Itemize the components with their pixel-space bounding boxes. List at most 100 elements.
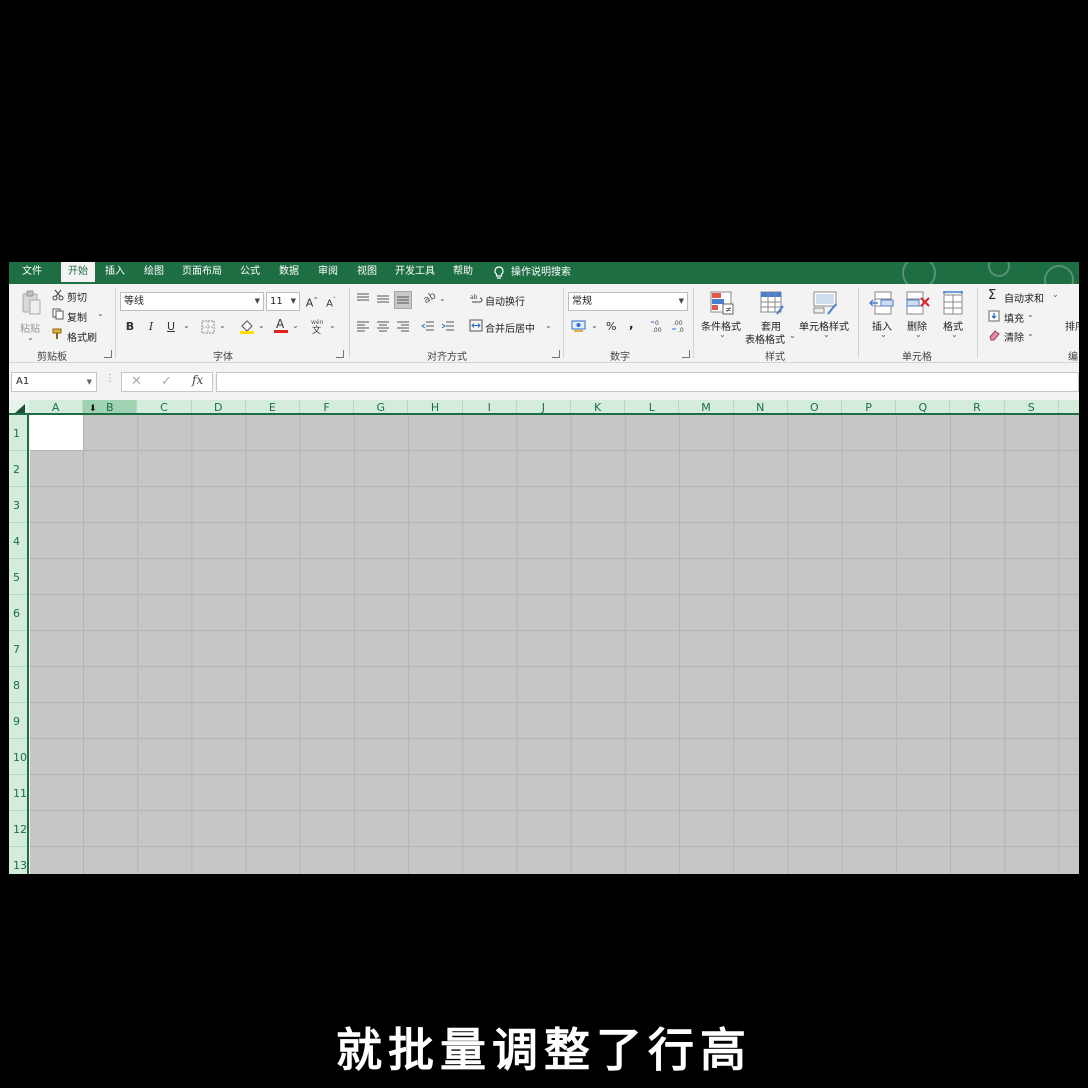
row-header-13[interactable]: 13 xyxy=(9,847,27,874)
paste-dropdown-icon[interactable]: ⌄ xyxy=(27,333,34,342)
autosum-button[interactable]: 自动求和 xyxy=(1004,290,1044,305)
merge-center-button[interactable]: 合并后居中 xyxy=(485,320,535,335)
column-header-h[interactable]: H xyxy=(408,400,463,414)
align-right-icon[interactable] xyxy=(396,320,410,332)
row-header-2[interactable]: 2 xyxy=(9,451,27,487)
tab-draw[interactable]: 绘图 xyxy=(140,262,168,284)
tab-review[interactable]: 审阅 xyxy=(314,262,342,284)
active-cell-a1[interactable] xyxy=(30,415,83,450)
fill-dropdown-icon[interactable]: ⌄ xyxy=(1027,310,1034,319)
orientation-dropdown-icon[interactable]: ⌄ xyxy=(439,294,446,303)
fill-color-dropdown-icon[interactable]: ⌄ xyxy=(258,321,265,330)
format-painter-button[interactable]: 格式刷 xyxy=(67,329,97,344)
increase-font-size-icon[interactable]: A^ xyxy=(303,292,321,310)
select-all-button[interactable] xyxy=(9,400,29,415)
sort-filter-button[interactable]: 排序 xyxy=(1065,318,1079,333)
column-header-a[interactable]: A xyxy=(29,400,84,414)
column-header-e[interactable]: E xyxy=(246,400,300,414)
increase-decimal-icon[interactable]: 0.00 xyxy=(651,319,667,333)
accounting-format-icon[interactable] xyxy=(571,319,587,333)
column-header-k[interactable]: K xyxy=(571,400,626,414)
fill-color-icon[interactable] xyxy=(239,318,255,334)
orientation-icon[interactable]: ab xyxy=(422,290,436,304)
row-header-5[interactable]: 5 xyxy=(9,559,27,595)
name-box[interactable]: A1 ▼ xyxy=(11,372,97,392)
font-name-select[interactable]: 等线 ▼ xyxy=(120,292,264,311)
column-header-q[interactable]: Q xyxy=(896,400,951,414)
check-icon[interactable]: ✓ xyxy=(161,374,172,389)
format-cells-dropdown-icon[interactable]: ⌄ xyxy=(951,330,958,339)
row-header-1[interactable]: 1 xyxy=(9,415,27,451)
column-header-f[interactable]: F xyxy=(300,400,355,414)
decrease-font-size-icon[interactable]: Aˇ xyxy=(322,292,340,310)
worksheet-grid[interactable]: ABCDEFGHIJKLMNOPQRS 1 2 3 4 5 6 7 8 9 10 11 12 13 ⬇ xyxy=(9,400,1079,874)
column-header-c[interactable]: C xyxy=(137,400,192,414)
underline-dropdown-icon[interactable]: ⌄ xyxy=(183,321,190,330)
clipboard-launcher-icon[interactable] xyxy=(104,350,112,358)
copy-dropdown-icon[interactable]: ⌄ xyxy=(97,309,104,318)
column-header-i[interactable]: I xyxy=(463,400,517,414)
tab-formulas[interactable]: 公式 xyxy=(236,262,264,284)
tab-file[interactable]: 文件 xyxy=(15,262,49,284)
accounting-dropdown-icon[interactable]: ⌄ xyxy=(591,321,598,330)
border-dropdown-icon[interactable]: ⌄ xyxy=(219,321,226,330)
tab-developer[interactable]: 开发工具 xyxy=(392,262,438,284)
tab-view[interactable]: 视图 xyxy=(353,262,381,284)
align-middle-icon[interactable] xyxy=(376,293,390,305)
row-header-3[interactable]: 3 xyxy=(9,487,27,523)
alignment-launcher-icon[interactable] xyxy=(552,350,560,358)
number-format-select[interactable]: 常规 ▼ xyxy=(568,292,688,311)
tab-page-layout[interactable]: 页面布局 xyxy=(179,262,225,284)
align-left-icon[interactable] xyxy=(356,320,370,332)
column-header-g[interactable]: G xyxy=(354,400,409,414)
column-header-j[interactable]: J xyxy=(517,400,571,414)
wrap-text-button[interactable]: 自动换行 xyxy=(485,293,525,308)
column-header-r[interactable]: R xyxy=(950,400,1005,414)
tab-home[interactable]: 开始 xyxy=(61,262,95,284)
format-table-dropdown-icon[interactable]: ⌄ xyxy=(789,331,796,340)
phonetic-dropdown-icon[interactable]: ⌄ xyxy=(329,321,336,330)
cancel-icon[interactable]: ✕ xyxy=(131,374,142,389)
clear-dropdown-icon[interactable]: ⌄ xyxy=(1027,329,1034,338)
formula-input[interactable] xyxy=(216,372,1079,392)
percent-button[interactable]: % xyxy=(606,320,616,333)
row-header-12[interactable]: 12 xyxy=(9,811,27,847)
comma-button[interactable]: , xyxy=(629,317,634,331)
decrease-decimal-icon[interactable]: .00.0 xyxy=(672,319,688,333)
column-header-p[interactable]: P xyxy=(842,400,897,414)
conditional-dropdown-icon[interactable]: ⌄ xyxy=(719,330,726,339)
italic-button[interactable]: I xyxy=(142,318,160,336)
row-header-4[interactable]: 4 xyxy=(9,523,27,559)
border-icon[interactable] xyxy=(201,320,215,334)
decrease-indent-icon[interactable] xyxy=(421,320,435,332)
font-color-icon[interactable]: A xyxy=(273,317,289,334)
row-header-10[interactable]: 10 xyxy=(9,739,27,775)
format-table-line2[interactable]: 表格格式 xyxy=(745,331,785,346)
cell-area[interactable] xyxy=(30,415,1079,874)
font-color-dropdown-icon[interactable]: ⌄ xyxy=(292,321,299,330)
phonetic-guide-icon[interactable]: wén文 xyxy=(309,318,325,334)
number-launcher-icon[interactable] xyxy=(682,350,690,358)
autosum-dropdown-icon[interactable]: ⌄ xyxy=(1052,290,1059,299)
column-header-o[interactable]: O xyxy=(788,400,842,414)
column-header-n[interactable]: N xyxy=(734,400,788,414)
row-header-6[interactable]: 6 xyxy=(9,595,27,631)
copy-button[interactable]: 复制 xyxy=(67,309,87,324)
clear-button[interactable]: 清除 xyxy=(1004,329,1024,344)
font-launcher-icon[interactable] xyxy=(336,350,344,358)
row-header-9[interactable]: 9 xyxy=(9,703,27,739)
bold-button[interactable]: B xyxy=(121,318,139,336)
insert-function-icon[interactable]: fx xyxy=(192,373,203,387)
align-center-icon[interactable] xyxy=(376,320,390,332)
row-header-8[interactable]: 8 xyxy=(9,667,27,703)
align-bottom-button[interactable] xyxy=(394,291,412,309)
merge-dropdown-icon[interactable]: ⌄ xyxy=(545,321,552,330)
font-size-select[interactable]: 11 ▼ xyxy=(266,292,300,311)
cell-styles-dropdown-icon[interactable]: ⌄ xyxy=(823,330,830,339)
paste-icon[interactable] xyxy=(21,290,41,316)
tab-insert[interactable]: 插入 xyxy=(101,262,129,284)
delete-cells-dropdown-icon[interactable]: ⌄ xyxy=(915,330,922,339)
align-top-icon[interactable] xyxy=(356,293,370,305)
insert-cells-dropdown-icon[interactable]: ⌄ xyxy=(880,330,887,339)
column-header-m[interactable]: M xyxy=(679,400,734,414)
